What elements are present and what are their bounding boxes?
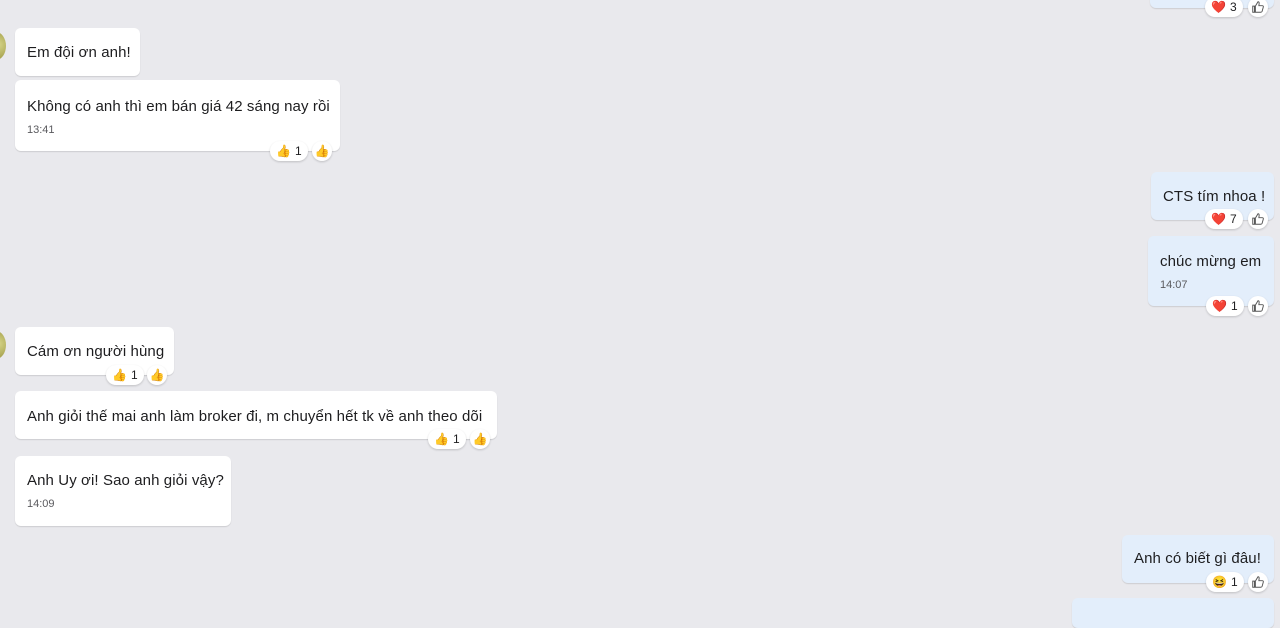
reaction-badge[interactable]: 👍 1 (106, 365, 144, 385)
message-bubble-incoming[interactable]: Anh Uy ơi! Sao anh giỏi vậy? 14:09 (15, 456, 231, 526)
reaction-count: 7 (1229, 212, 1237, 226)
thumbs-up-outline-icon (1252, 1, 1264, 13)
thumbs-up-outline-icon (1252, 576, 1264, 588)
add-reaction-button[interactable] (1248, 572, 1268, 592)
add-reaction-button[interactable]: 👍 (470, 429, 490, 449)
add-reaction-button[interactable]: 👍 (312, 141, 332, 161)
thumbs-up-icon: 👍 (472, 432, 488, 446)
add-reaction-button[interactable] (1248, 0, 1268, 17)
add-reaction-button[interactable]: 👍 (147, 365, 167, 385)
message-text: Cám ơn người hùng (27, 343, 165, 360)
thumbs-up-outline-icon (1252, 213, 1264, 225)
thumbs-up-outline-icon (1252, 300, 1264, 312)
thumbs-up-icon: 👍 (434, 432, 449, 446)
add-reaction-button[interactable] (1248, 209, 1268, 229)
message-text: Không có anh thì em bán giá 42 sáng nay … (27, 98, 330, 115)
message-bubble-incoming[interactable]: Em đội ơn anh! (15, 28, 140, 76)
reaction-badge[interactable]: 👍 1 (270, 141, 308, 161)
reaction-count: 1 (452, 432, 460, 446)
avatar[interactable] (0, 331, 6, 359)
message-text: Em đội ơn anh! (27, 44, 131, 61)
heart-icon: ❤️ (1212, 299, 1227, 313)
message-text: Anh giỏi thế mai anh làm broker đi, m ch… (27, 408, 483, 425)
reaction-badge[interactable]: ❤️ 3 (1205, 0, 1243, 17)
message-time: 14:09 (27, 498, 55, 510)
reaction-count: 1 (1230, 575, 1238, 589)
thumbs-up-icon: 👍 (276, 144, 291, 158)
avatar[interactable] (0, 32, 6, 60)
message-text: chúc mừng em (1160, 253, 1262, 270)
reaction-badge[interactable]: ❤️ 7 (1205, 209, 1243, 229)
thumbs-up-icon: 👍 (149, 368, 165, 382)
message-bubble-outgoing[interactable] (1072, 598, 1274, 628)
message-time: 13:41 (27, 124, 55, 136)
message-time: 14:07 (1160, 279, 1188, 291)
reaction-count: 3 (1229, 0, 1237, 14)
thumbs-up-icon: 👍 (314, 144, 330, 158)
reaction-count: 1 (130, 368, 138, 382)
message-text: CTS tím nhoa ! (1163, 188, 1266, 205)
reaction-badge[interactable]: 👍 1 (428, 429, 466, 449)
thumbs-up-icon: 👍 (112, 368, 127, 382)
reaction-badge[interactable]: ❤️ 1 (1206, 296, 1244, 316)
laughing-icon: 😆 (1212, 575, 1227, 589)
reaction-count: 1 (294, 144, 302, 158)
reaction-count: 1 (1230, 299, 1238, 313)
heart-icon: ❤️ (1211, 212, 1226, 226)
message-text: Anh Uy ơi! Sao anh giỏi vậy? (27, 472, 224, 489)
message-bubble-incoming[interactable]: Anh giỏi thế mai anh làm broker đi, m ch… (15, 391, 497, 439)
reaction-badge[interactable]: 😆 1 (1206, 572, 1244, 592)
add-reaction-button[interactable] (1248, 296, 1268, 316)
message-text: Anh có biết gì đâu! (1134, 550, 1261, 567)
heart-icon: ❤️ (1211, 0, 1226, 14)
